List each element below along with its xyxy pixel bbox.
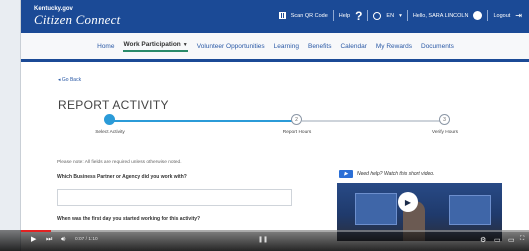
help-video-label: Need help? Watch this short video. <box>357 171 435 177</box>
fullscreen-icon[interactable]: ⛶ <box>520 236 524 243</box>
play-icon[interactable]: ▶ <box>398 192 418 212</box>
chevron-down-icon[interactable]: ▾ <box>399 13 402 19</box>
help-link[interactable]: Help <box>339 13 350 19</box>
step-label-2: Report Hours <box>282 130 312 135</box>
start-date-question-label: When was the first day you started worki… <box>57 216 201 222</box>
video-screen-right <box>449 195 491 225</box>
miniplayer-icon[interactable]: ▭ <box>494 236 501 244</box>
step-connector-complete <box>109 120 296 122</box>
scan-qr-link[interactable]: Scan QR Code <box>291 13 328 19</box>
header-actions: Scan QR Code Help ? EN ▾ Hello, SARA LIN… <box>278 10 522 22</box>
video-progress-fill <box>21 230 52 232</box>
app-frame: Kentucky.gov Citizen Connect Scan QR Cod… <box>20 0 529 251</box>
divider <box>406 10 408 21</box>
step-label-3: Verify Hours <box>431 130 459 135</box>
partner-input[interactable] <box>57 189 292 206</box>
help-icon[interactable]: ? <box>355 10 362 22</box>
video-screen-left <box>355 193 397 225</box>
qr-code-icon[interactable] <box>278 12 286 19</box>
video-time: 0:07 / 1:10 <box>75 237 98 242</box>
video-progress-bar[interactable] <box>21 230 529 232</box>
logout-link[interactable]: Logout <box>493 13 510 19</box>
help-video-prompt[interactable]: ▶ Need help? Watch this short video. <box>339 170 434 178</box>
nav-learning[interactable]: Learning <box>274 43 299 50</box>
main-nav: Home Work Participation ▼ Volunteer Oppor… <box>21 33 529 62</box>
play-button-icon[interactable]: ▶ <box>31 236 36 244</box>
go-back-link[interactable]: ◂ Go Back <box>58 77 81 83</box>
nav-documents[interactable]: Documents <box>421 43 454 50</box>
nav-benefits[interactable]: Benefits <box>308 43 332 50</box>
nav-calendar[interactable]: Calendar <box>340 43 366 50</box>
user-avatar-icon[interactable] <box>473 11 483 20</box>
nav-volunteer-opportunities[interactable]: Volunteer Opportunities <box>197 43 265 50</box>
step-circle-2: 2 <box>291 114 302 125</box>
step-circle-3: 3 <box>439 114 450 125</box>
language-select[interactable]: EN <box>386 13 394 19</box>
page-title: REPORT ACTIVITY <box>58 98 169 112</box>
video-camera-icon: ▶ <box>339 170 353 178</box>
nav-work-participation[interactable]: Work Participation ▼ <box>123 40 188 52</box>
brand-logo[interactable]: Citizen Connect <box>34 12 120 28</box>
pause-icon: ❚❚ <box>258 237 269 243</box>
next-icon[interactable]: ⏭ <box>46 236 52 244</box>
nav-my-rewards[interactable]: My Rewards <box>376 43 412 50</box>
required-note: Please note: All fields are required unl… <box>57 160 182 165</box>
globe-icon[interactable] <box>373 11 382 20</box>
progress-stepper: 2 3 Select Activity Report Hours Verify … <box>61 113 481 143</box>
chevron-down-icon: ▼ <box>182 41 188 48</box>
partner-question-label: Which Business Partner or Agency did you… <box>57 174 187 180</box>
step-connector-pending <box>302 120 444 122</box>
volume-icon[interactable]: 🔊︎ <box>61 236 65 244</box>
user-greeting: Hello, SARA LINCOLN <box>412 12 469 19</box>
divider <box>487 10 489 21</box>
step-label-1: Select Activity <box>95 130 125 135</box>
logout-icon[interactable]: ⇥ <box>515 11 522 20</box>
divider <box>367 10 369 21</box>
settings-icon[interactable]: ⚙ <box>480 236 486 244</box>
top-header: Kentucky.gov Citizen Connect Scan QR Cod… <box>21 0 529 33</box>
divider <box>332 10 334 21</box>
nav-work-participation-label: Work Participation <box>123 40 181 48</box>
step-circle-1 <box>104 114 115 125</box>
theater-mode-icon[interactable]: ▭ <box>508 236 515 244</box>
nav-home[interactable]: Home <box>97 43 114 50</box>
